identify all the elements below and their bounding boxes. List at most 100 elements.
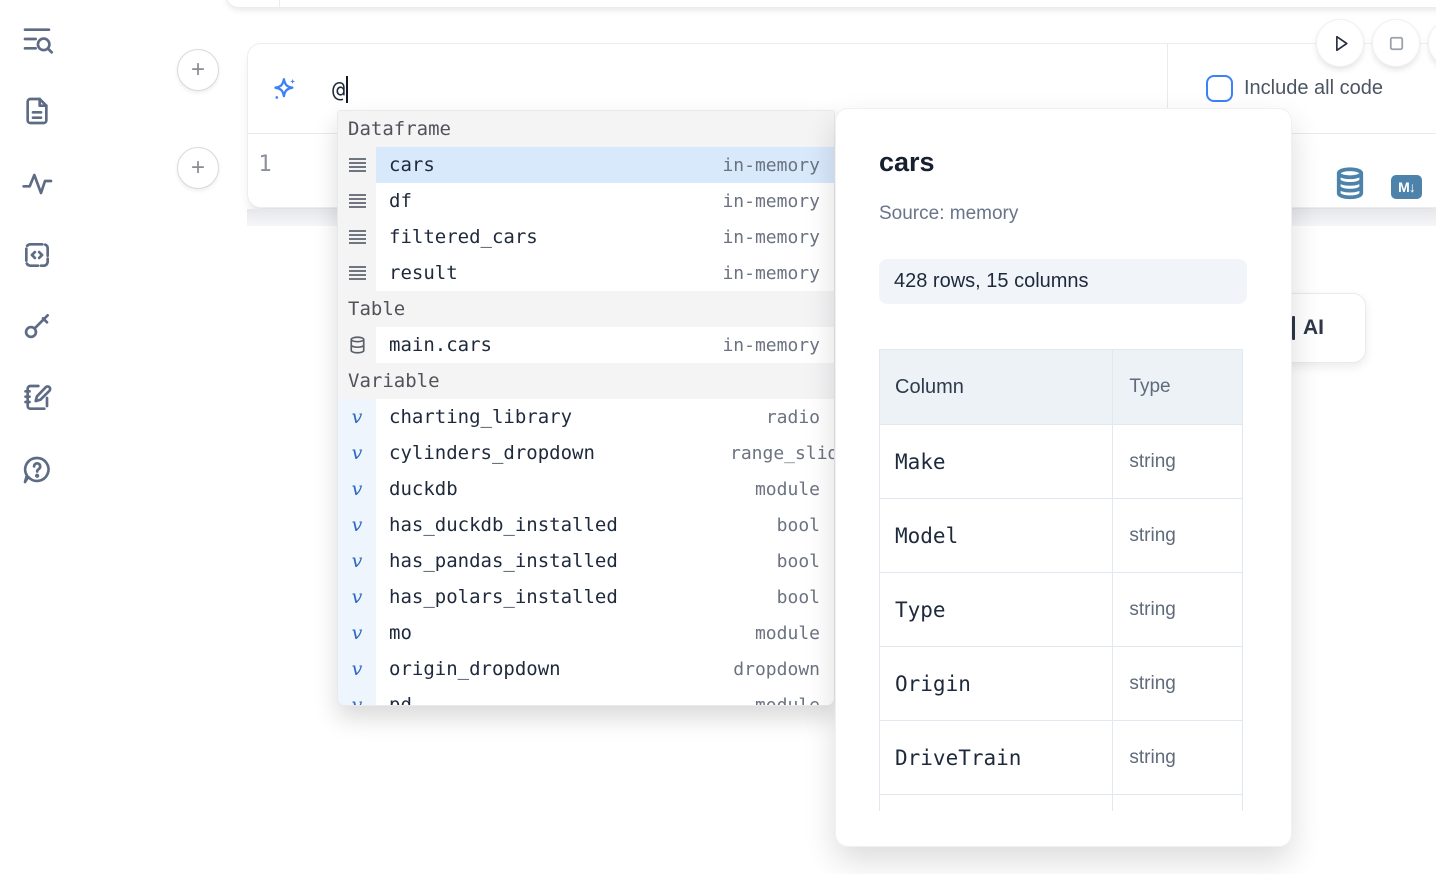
variable-icon: v [338,507,376,543]
schema-row: Modelstring [880,499,1243,573]
schema-column-name: Origin [880,647,1113,721]
autocomplete-item[interactable]: v cylinders_dropdown range_slider [338,435,834,471]
autocomplete-item-main: dfin-memory [376,183,834,219]
variable-icon: v [338,543,376,579]
autocomplete-list: Dataframecarsin-memorydfin-memoryfiltere… [338,111,834,706]
include-all-code-checkbox[interactable]: Include all code [1206,75,1383,102]
item-name: origin_dropdown [389,658,561,680]
item-type: in-memory [722,263,820,284]
item-name: has_polars_installed [389,586,618,608]
schema-row: Makestring [880,425,1243,499]
schema-row: DriveTrainstring [880,721,1243,795]
item-type: module [755,695,820,707]
line-number: 1 [253,152,277,177]
checkbox-label: Include all code [1244,77,1383,100]
clipped-glyph [1292,316,1295,340]
schema-column-name: DriveTrain [880,721,1113,795]
autocomplete-item-main: duckdb module [376,471,834,507]
autocomplete-item-main: pdmodule [376,687,834,706]
schema-row-partial [880,795,1243,812]
variable-icon: v [338,687,376,706]
autocomplete-item[interactable]: vpdmodule [338,687,834,706]
autocomplete-item-main: has_duckdb_installedbool [376,507,834,543]
activity-icon[interactable] [21,167,53,199]
variable-icon: v [338,651,376,687]
item-name: duckdb [389,478,458,500]
schema-table: Column Type MakestringModelstringTypestr… [879,349,1243,811]
dataframe-lines-icon [338,219,376,255]
checkbox[interactable] [1206,75,1233,102]
item-name: cars [389,154,435,176]
play-icon [1328,31,1353,56]
schema-column-name: Type [880,573,1113,647]
schema-column-name: Model [880,499,1113,573]
preview-title: cars [879,147,935,178]
item-name: mo [389,622,412,644]
variable-icon: v [338,435,376,471]
autocomplete-item[interactable]: main.carsin-memory [338,327,834,363]
autocomplete-section-header: Table [338,291,834,327]
item-name: cylinders_dropdown [389,442,595,464]
schema-row: Originstring [880,647,1243,721]
autocomplete-item[interactable]: vhas_pandas_installedbool [338,543,834,579]
autocomplete-item[interactable]: vcharting_libraryradio [338,399,834,435]
schema-column-type: string [1113,721,1243,795]
autocomplete-item-main: mo module [376,615,834,651]
autocomplete-item[interactable]: vmo module [338,615,834,651]
shape-badge: 428 rows, 15 columns [879,259,1247,304]
markdown-toggle-icon[interactable]: M↓ [1391,175,1422,199]
item-type: module [755,479,820,500]
autocomplete-item[interactable]: vhas_polars_installedbool [338,579,834,615]
item-name: has_pandas_installed [389,550,618,572]
keys-icon[interactable] [21,310,53,342]
search-cells-icon[interactable] [21,23,53,55]
ai-prompt-input[interactable]: @ [332,76,348,103]
schema-table-wrap: Column Type MakestringModelstringTypestr… [879,349,1243,811]
schema-column-type: string [1113,647,1243,721]
autocomplete-item[interactable]: result in-memory [338,255,834,291]
item-name: filtered_cars [389,226,538,248]
sparkles-icon [270,75,299,104]
item-type: radio [766,407,820,428]
previous-cell-edge [225,0,1436,8]
schema-table-body: MakestringModelstringTypestringOriginstr… [880,425,1243,812]
autocomplete-item[interactable]: carsin-memory [338,147,834,183]
autocomplete-item[interactable]: vhas_duckdb_installedbool [338,507,834,543]
item-type: in-memory [722,227,820,248]
item-type: module [755,623,820,644]
schema-header-column: Column [880,350,1113,425]
datasource-toggle-icon[interactable] [1335,167,1365,203]
autocomplete-item-main: main.carsin-memory [376,327,834,363]
variable-icon: v [338,471,376,507]
autocomplete-item-main: cylinders_dropdown range_slider [376,435,834,471]
item-name: result [389,262,458,284]
schema-column-type: string [1113,425,1243,499]
add-cell-above-button[interactable]: + [177,49,219,91]
autocomplete-item-main: has_polars_installedbool [376,579,834,615]
add-cell-below-button[interactable]: + [177,147,219,189]
dataframe-preview-panel: cars Source: memory 428 rows, 15 columns… [835,108,1292,847]
stop-button[interactable] [1373,20,1419,66]
schema-column-type: string [1113,573,1243,647]
code-snippets-icon[interactable] [21,239,53,271]
autocomplete-item[interactable]: vduckdb module [338,471,834,507]
help-chat-icon[interactable] [21,454,53,486]
autocomplete-item-main: has_pandas_installedbool [376,543,834,579]
item-name: main.cars [389,334,492,356]
autocomplete-item[interactable]: dfin-memory [338,183,834,219]
run-cell-button[interactable] [1317,20,1363,66]
variable-icon: v [338,399,376,435]
stop-icon [1384,31,1409,56]
autocomplete-section-header: Variable [338,363,834,399]
scratchpad-icon[interactable] [21,382,53,414]
dataframe-lines-icon [338,255,376,291]
dataframe-lines-icon [338,183,376,219]
file-text-icon[interactable] [21,95,53,127]
item-type: range_slider [730,443,834,464]
autocomplete-item-main: filtered_cars in-memory [376,219,834,255]
database-icon [338,327,376,363]
variable-icon: v [338,615,376,651]
autocomplete-item[interactable]: filtered_cars in-memory [338,219,834,255]
autocomplete-popup: Dataframecarsin-memorydfin-memoryfiltere… [337,110,835,706]
autocomplete-item[interactable]: vorigin_dropdowndropdown [338,651,834,687]
